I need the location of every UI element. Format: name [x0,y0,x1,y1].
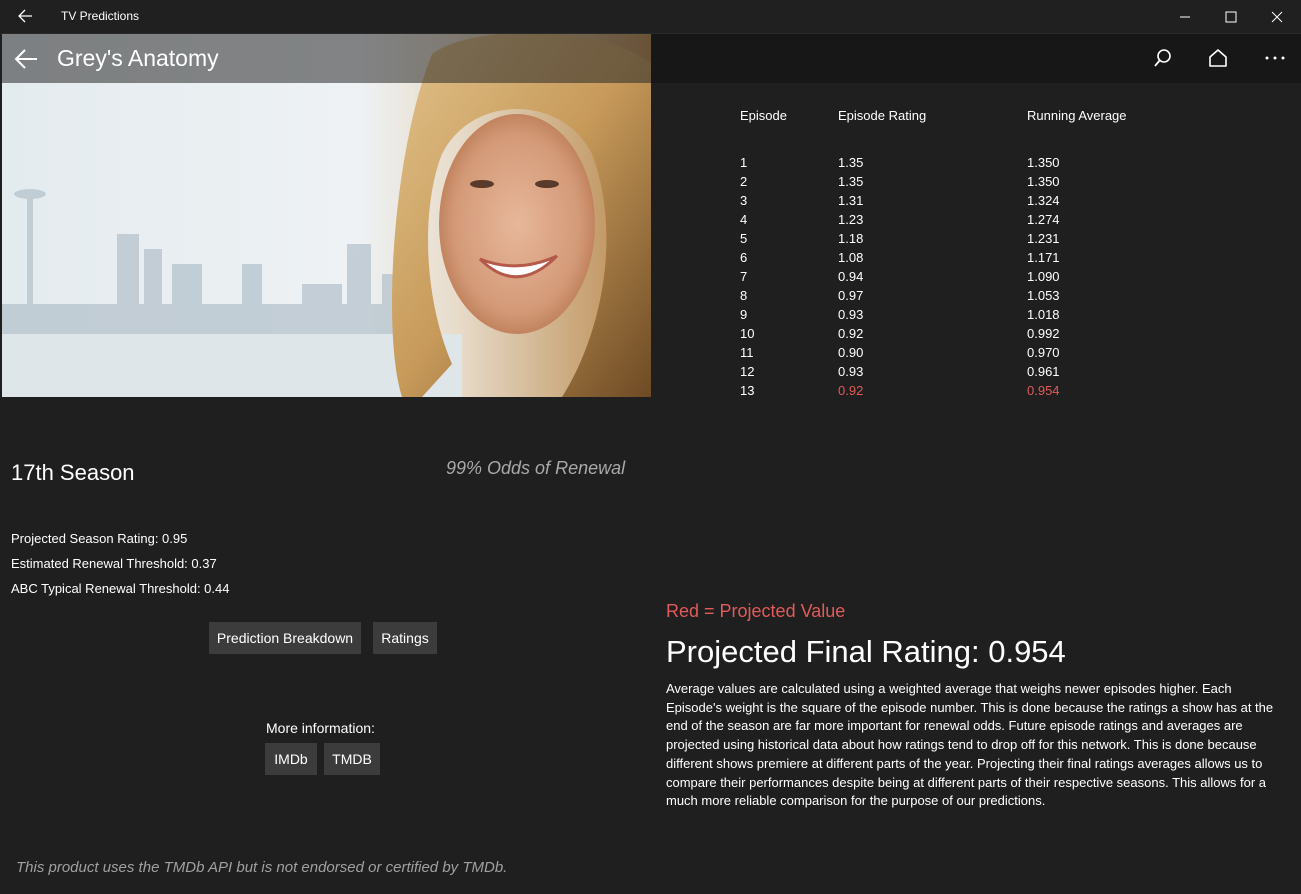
running-average-cell: 1.324 [1027,193,1060,208]
minimize-icon[interactable] [1162,0,1208,33]
table-row: 5 1.18 1.231 [740,231,1160,250]
table-row: 9 0.93 1.018 [740,307,1160,326]
episode-cell: 8 [740,288,748,303]
table-row: 4 1.23 1.274 [740,212,1160,231]
window-title: TV Predictions [61,9,140,23]
episode-cell: 10 [740,326,755,341]
episode-cell: 3 [740,193,748,208]
running-average-cell: 0.970 [1027,345,1060,360]
running-average-cell: 1.350 [1027,174,1060,189]
running-average-cell: 1.090 [1027,269,1060,284]
episode-cell: 12 [740,364,755,379]
episode-rating-cell: 0.94 [838,269,864,284]
imdb-button[interactable]: IMDb [265,743,317,775]
episode-cell: 11 [740,345,754,360]
table-row: 8 0.97 1.053 [740,288,1160,307]
episode-rating-cell: 0.93 [838,307,864,322]
projected-season-rating: Projected Season Rating: 0.95 [11,531,188,546]
table-row: 12 0.93 0.961 [740,364,1160,383]
episode-rating-cell: 1.08 [838,250,864,265]
running-average-cell: 1.274 [1027,212,1060,227]
table-row: 11 0.90 0.970 [740,345,1160,364]
episode-cell: 6 [740,250,748,265]
ratings-button[interactable]: Ratings [373,622,437,654]
episode-rating-cell: 1.23 [838,212,864,227]
maximize-icon[interactable] [1208,0,1254,33]
table-row: 10 0.92 0.992 [740,326,1160,345]
table-row: 3 1.31 1.324 [740,193,1160,212]
command-bar [651,34,1301,83]
episode-cell: 4 [740,212,748,227]
table-row: 2 1.35 1.350 [740,174,1160,193]
column-header-episode: Episode [740,108,787,123]
season-title: 17th Season [11,460,135,485]
table-row: 7 0.94 1.090 [740,269,1160,288]
episode-cell: 5 [740,231,748,246]
prediction-breakdown-button[interactable]: Prediction Breakdown [209,622,361,654]
projected-final-rating: Projected Final Rating: 0.954 [666,634,1066,669]
page-title: Grey's Anatomy [57,45,219,71]
table-row: 6 1.08 1.171 [740,250,1160,269]
more-information-label: More information: [266,720,375,736]
search-icon[interactable] [1150,45,1176,71]
episode-rating-cell: 1.35 [838,174,864,189]
network-renewal-threshold: ABC Typical Renewal Threshold: 0.44 [11,581,230,596]
renewal-odds: 99% Odds of Renewal [446,458,626,478]
show-hero-image [2,34,651,397]
estimated-renewal-threshold: Estimated Renewal Threshold: 0.37 [11,556,217,571]
column-header-episode-rating: Episode Rating [838,108,927,123]
running-average-cell: 0.954 [1027,383,1060,398]
window-title-bar: TV Predictions [0,0,1301,34]
hero-illustration [2,34,651,397]
tmdb-disclaimer: This product uses the TMDb API but is no… [16,859,508,876]
episode-rating-cell: 1.18 [838,231,864,246]
back-arrow-icon[interactable] [12,46,40,72]
column-header-running-average: Running Average [1027,108,1127,123]
running-average-cell: 1.171 [1027,250,1060,265]
episode-cell: 13 [740,383,755,398]
running-average-cell: 1.350 [1027,155,1060,170]
running-average-cell: 0.961 [1027,364,1060,379]
episode-rating-cell: 0.97 [838,288,864,303]
episode-cell: 9 [740,307,748,322]
projected-value-legend: Red = Projected Value [666,601,846,621]
running-average-cell: 1.231 [1027,231,1060,246]
table-row: 13 0.92 0.954 [740,383,1160,402]
episode-cell: 1 [740,155,748,170]
episode-rating-cell: 0.90 [838,345,864,360]
tmdb-button[interactable]: TMDB [324,743,380,775]
window-back-arrow-icon[interactable] [14,6,36,26]
running-average-cell: 1.018 [1027,307,1060,322]
running-average-cell: 0.992 [1027,326,1060,341]
close-icon[interactable] [1254,0,1300,33]
episode-rating-cell: 0.92 [838,383,864,398]
episode-rating-cell: 0.92 [838,326,864,341]
episode-cell: 2 [740,174,748,189]
running-average-cell: 1.053 [1027,288,1060,303]
table-row: 1 1.35 1.350 [740,155,1160,174]
episode-rating-cell: 1.35 [838,155,864,170]
episode-rating-cell: 1.31 [838,193,864,208]
episode-rating-cell: 0.93 [838,364,864,379]
home-icon[interactable] [1205,45,1231,71]
methodology-explanation: Average values are calculated using a we… [666,681,1274,809]
more-icon[interactable] [1262,45,1288,71]
episode-cell: 7 [740,269,748,284]
